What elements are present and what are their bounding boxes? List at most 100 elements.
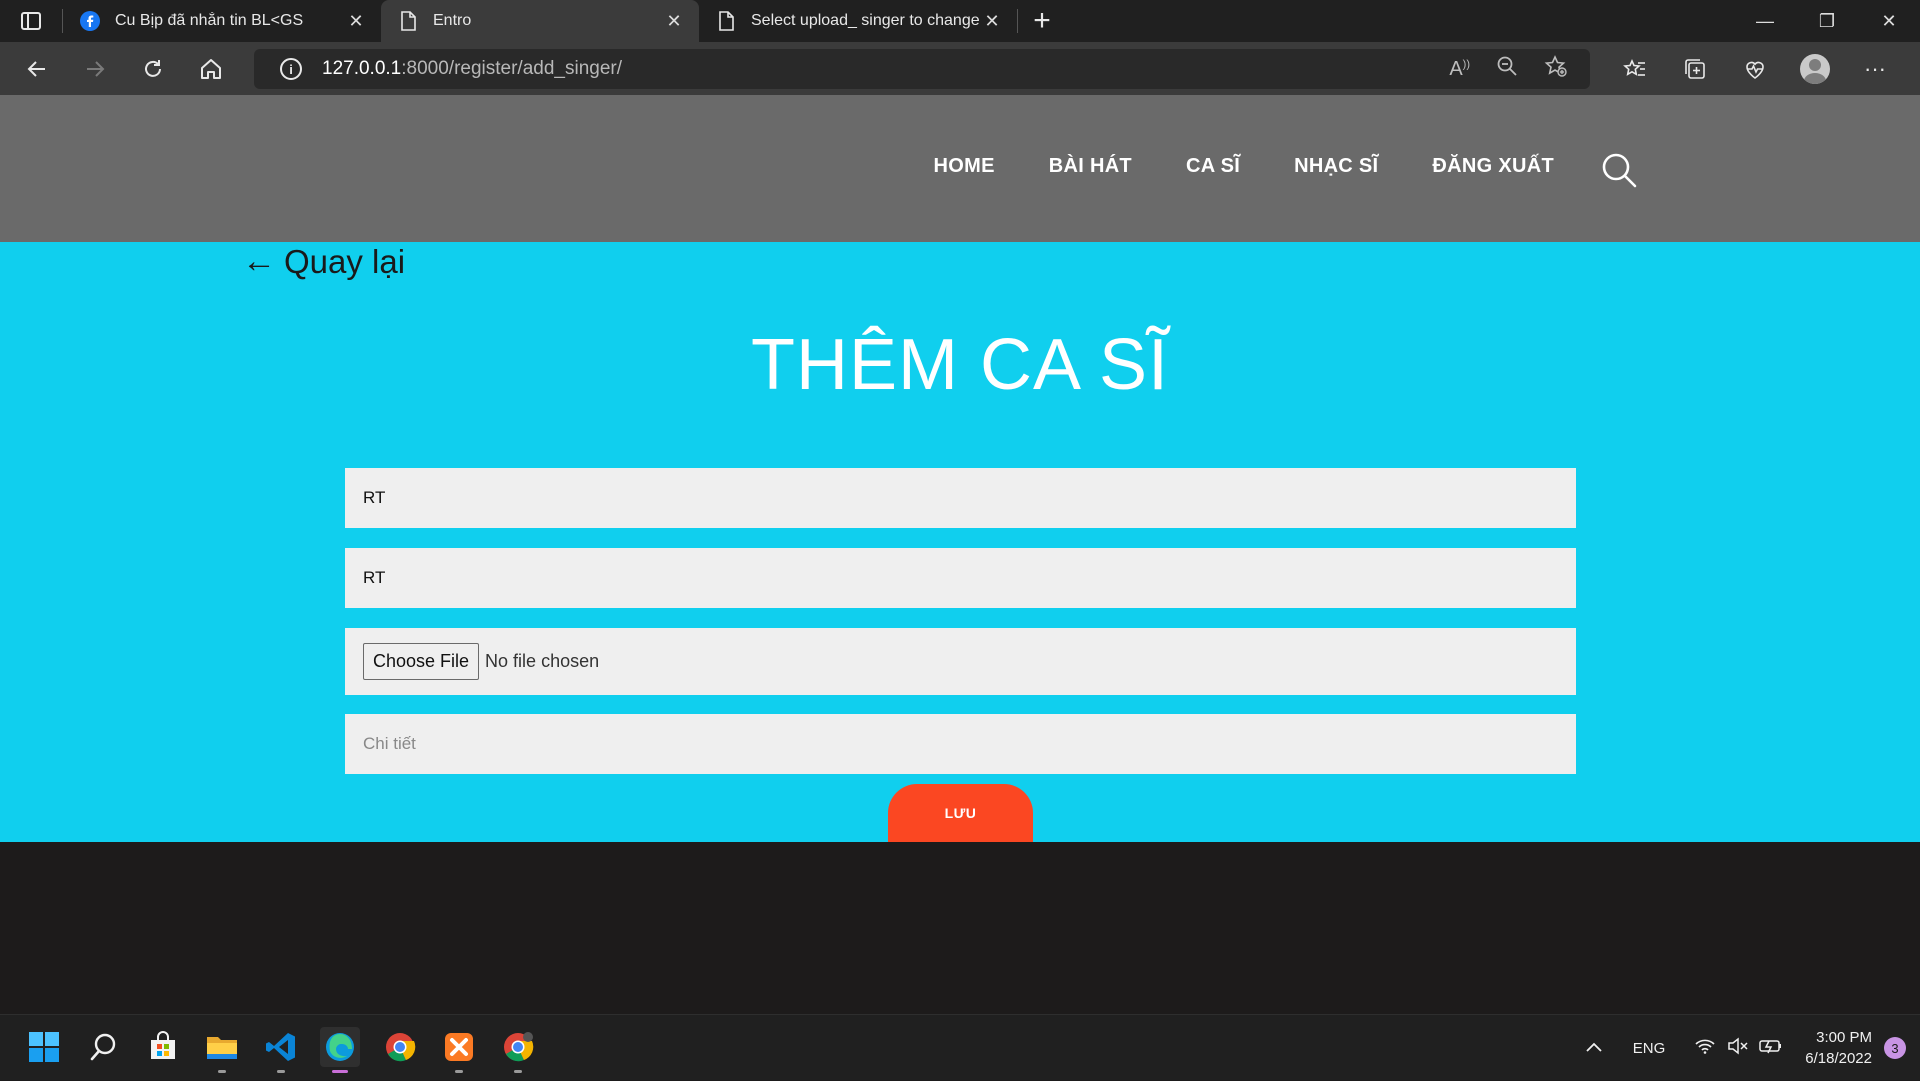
- restore-icon: ❐: [1818, 10, 1836, 31]
- clock-time: 3:00 PM: [1816, 1029, 1872, 1046]
- close-tab-icon[interactable]: ✕: [345, 10, 367, 32]
- system-tray: ENG 3:00 PM 6/18/2022 3: [1585, 1015, 1920, 1081]
- collections-icon: [1685, 58, 1705, 79]
- favorites-button[interactable]: [1605, 42, 1665, 95]
- tab-select-upload-singer[interactable]: Select upload_ singer to change ✕: [699, 0, 1017, 42]
- taskbar-chrome[interactable]: [380, 1027, 420, 1067]
- choose-file-button[interactable]: Choose File: [363, 643, 480, 680]
- avatar: [1800, 53, 1830, 84]
- start-button[interactable]: [24, 1027, 64, 1067]
- more-icon: ···: [1864, 55, 1886, 81]
- search-icon: [90, 1033, 116, 1061]
- main-nav: HOME BÀI HÁT CA SĨ NHẠC SĨ ĐĂNG XUẤT: [934, 155, 1554, 178]
- chevron-up-icon[interactable]: [1585, 1040, 1603, 1057]
- arrow-right-icon: [87, 60, 105, 77]
- page-footer-area: [0, 842, 1920, 1014]
- favorites-icon: [1623, 58, 1645, 76]
- singer-secondary-value: RT: [363, 568, 386, 587]
- site-info-icon[interactable]: i: [280, 58, 302, 80]
- forward-button[interactable]: [66, 42, 124, 95]
- close-tab-icon[interactable]: ✕: [981, 10, 1003, 32]
- new-tab-button[interactable]: +: [1018, 0, 1066, 42]
- close-window-button[interactable]: ✕: [1858, 0, 1920, 42]
- facebook-icon: [79, 10, 101, 32]
- search-icon: [1602, 153, 1637, 188]
- address-bar[interactable]: i 127.0.0.1:8000/register/add_singer/ A)…: [254, 49, 1590, 89]
- add-favorite-icon[interactable]: [1544, 54, 1568, 84]
- nav-logout[interactable]: ĐĂNG XUẤT: [1432, 155, 1554, 178]
- taskbar-clock[interactable]: 3:00 PM 6/18/2022: [1805, 1027, 1872, 1069]
- singer-name-value: RT: [363, 488, 386, 507]
- page-title: THÊM CA SĨ: [750, 325, 1170, 405]
- back-link-label: Quay lại: [284, 242, 406, 280]
- page-icon: [715, 10, 737, 32]
- clock-date: 6/18/2022: [1805, 1050, 1872, 1067]
- taskbar-chrome-profile[interactable]: [498, 1027, 538, 1073]
- window-controls: — ❐ ✕: [1734, 0, 1920, 42]
- folder-icon: [207, 1037, 237, 1059]
- running-indicator: [455, 1070, 463, 1073]
- nav-songs[interactable]: BÀI HÁT: [1049, 155, 1132, 178]
- vscode-icon: [266, 1033, 295, 1061]
- edge-icon: [326, 1033, 354, 1061]
- minimize-icon: —: [1756, 10, 1774, 31]
- add-singer-section: ← Quay lại THÊM CA SĨ RT RT Choose File …: [0, 242, 1920, 842]
- home-button[interactable]: [182, 42, 240, 95]
- collections-button[interactable]: [1665, 42, 1725, 95]
- taskbar-search-button[interactable]: [84, 1027, 124, 1067]
- active-indicator: [332, 1070, 348, 1073]
- refresh-button[interactable]: [124, 42, 182, 95]
- address-bar-actions: A)): [1449, 49, 1568, 89]
- url-path: :8000/register/add_singer/: [401, 58, 623, 79]
- taskbar-file-explorer[interactable]: [202, 1027, 242, 1073]
- close-icon: ✕: [1881, 10, 1897, 31]
- taskbar-store[interactable]: [143, 1027, 183, 1067]
- heart-pulse-icon: [1746, 61, 1764, 79]
- close-tab-icon[interactable]: ✕: [663, 10, 685, 32]
- arrow-left-icon: [27, 60, 45, 77]
- wifi-icon[interactable]: [1695, 1038, 1715, 1058]
- tab-actions-icon: [21, 12, 41, 30]
- nav-home[interactable]: HOME: [934, 155, 995, 178]
- settings-menu-button[interactable]: ···: [1845, 42, 1905, 95]
- windows-logo-icon: [29, 1032, 59, 1062]
- restore-button[interactable]: ❐: [1796, 0, 1858, 42]
- back-button[interactable]: [8, 42, 66, 95]
- singer-secondary-input[interactable]: RT: [345, 548, 1576, 608]
- speaker-muted-icon[interactable]: [1727, 1037, 1749, 1059]
- taskbar-vscode[interactable]: [261, 1027, 301, 1073]
- tab-actions-button[interactable]: [0, 0, 62, 42]
- profile-button[interactable]: [1785, 42, 1845, 95]
- detail-placeholder: Chi tiết: [363, 734, 416, 753]
- tab-facebook[interactable]: Cu Bịp đã nhắn tin BL<GS ✕: [63, 0, 381, 42]
- browser-essentials-button[interactable]: [1725, 42, 1785, 95]
- battery-icon[interactable]: [1759, 1038, 1783, 1058]
- tab-title: Cu Bịp đã nhắn tin BL<GS: [115, 12, 304, 29]
- minimize-button[interactable]: —: [1734, 0, 1796, 42]
- browser-tab-bar: Cu Bịp đã nhắn tin BL<GS ✕ Entro ✕ Selec…: [0, 0, 1920, 42]
- zoom-out-icon[interactable]: [1496, 55, 1518, 83]
- notification-badge[interactable]: 3: [1884, 1037, 1906, 1059]
- detail-textarea[interactable]: Chi tiết: [345, 714, 1576, 774]
- windows-taskbar: ENG 3:00 PM 6/18/2022 3: [0, 1014, 1920, 1080]
- save-button[interactable]: LƯU: [888, 784, 1033, 842]
- page-icon: [397, 10, 419, 32]
- xampp-icon: [445, 1033, 473, 1061]
- refresh-icon: [145, 59, 161, 77]
- nav-singers[interactable]: CA SĨ: [1186, 155, 1240, 178]
- language-indicator[interactable]: ENG: [1633, 1040, 1666, 1057]
- read-aloud-icon[interactable]: A)): [1449, 58, 1470, 81]
- image-file-field: Choose File No file chosen: [345, 628, 1576, 695]
- tab-title: Entro: [433, 12, 472, 29]
- tab-entro[interactable]: Entro ✕: [381, 0, 699, 42]
- browser-right-tools: ···: [1605, 42, 1905, 95]
- singer-name-input[interactable]: RT: [345, 468, 1576, 528]
- taskbar-edge[interactable]: [320, 1027, 360, 1073]
- back-link[interactable]: ← Quay lại: [242, 242, 405, 281]
- nav-composers[interactable]: NHẠC SĨ: [1294, 155, 1378, 178]
- arrow-left-icon: ←: [242, 242, 276, 280]
- running-indicator: [514, 1070, 522, 1073]
- taskbar-xampp[interactable]: [439, 1027, 479, 1073]
- running-indicator: [277, 1070, 285, 1073]
- search-button[interactable]: [1599, 150, 1639, 190]
